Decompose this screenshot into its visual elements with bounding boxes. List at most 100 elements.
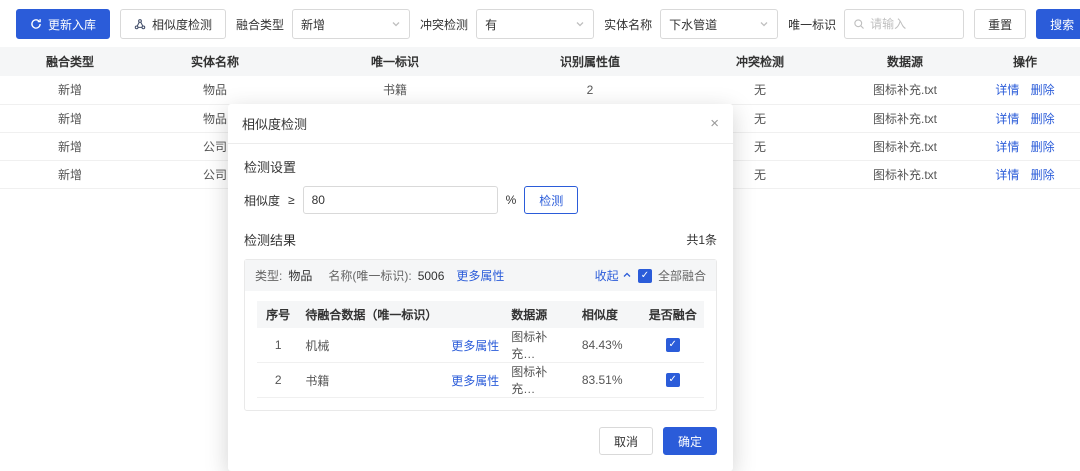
toolbar: 更新入库 相似度检测 融合类型 新增 冲突检测 有 实体名称 下水管道 唯一标识…: [0, 0, 1080, 47]
merge-checkbox[interactable]: [665, 373, 680, 388]
col-header-ops: 操作: [970, 47, 1080, 76]
col-header-similarity: 相似度: [575, 301, 642, 328]
chevron-up-icon: [622, 269, 632, 283]
col-header-source: 数据源: [840, 47, 970, 76]
cell-ops: 详情 删除: [970, 104, 1080, 133]
group-header: 类型: 物品 名称(唯一标识): 5006 更多属性 收起 全部融合: [245, 260, 716, 291]
row-more-attrs-link[interactable]: 更多属性: [451, 337, 499, 354]
merge-candidate-name: 书籍: [305, 373, 330, 388]
update-store-label: 更新入库: [48, 17, 97, 32]
detail-link[interactable]: 详情: [995, 140, 1019, 154]
table-row: 新增 物品 书籍 2 无 图标补充.txt 详情 删除: [0, 76, 1080, 105]
chevron-down-icon: [391, 19, 401, 29]
col-header-no: 序号: [257, 301, 300, 328]
modal-title: 相似度检测: [242, 117, 308, 132]
merge-all-checkbox[interactable]: [637, 268, 652, 283]
col-header-fusion: 融合类型: [0, 47, 140, 76]
cell-source: 图标补充…: [505, 362, 576, 398]
search-icon: [853, 18, 865, 30]
cell-fusion: 新增: [0, 76, 140, 105]
uid-search-input[interactable]: [870, 17, 951, 31]
detail-link[interactable]: 详情: [995, 112, 1019, 126]
similarity-nodes-icon: [134, 18, 146, 30]
cell-no: 2: [257, 362, 300, 398]
col-header-data: 待融合数据（唯一标识）: [299, 301, 506, 328]
delete-link[interactable]: 删除: [1031, 83, 1055, 97]
detect-button[interactable]: 检测: [524, 186, 579, 214]
fusion-type-label: 融合类型: [236, 17, 285, 32]
search-button[interactable]: 搜索: [1036, 9, 1080, 39]
similarity-detect-modal: 相似度检测 × 检测设置 相似度 ≥ % 检测 检测结果 共1条 类型: 物品 …: [228, 104, 733, 471]
detail-link[interactable]: 详情: [995, 83, 1019, 97]
entity-name-select[interactable]: 下水管道: [660, 9, 779, 39]
cell-source: 图标补充.txt: [840, 104, 970, 133]
cell-attr: 2: [500, 76, 680, 105]
table-header-row: 融合类型 实体名称 唯一标识 识别属性值 冲突检测 数据源 操作: [0, 47, 1080, 76]
chevron-down-icon: [759, 19, 769, 29]
cell-source: 图标补充.txt: [840, 76, 970, 105]
cell-fusion: 新增: [0, 160, 140, 189]
group-type-label: 类型:: [255, 269, 283, 283]
row-more-attrs-link[interactable]: 更多属性: [451, 372, 499, 389]
result-group-card: 类型: 物品 名称(唯一标识): 5006 更多属性 收起 全部融合: [244, 259, 717, 411]
cell-conflict: 无: [680, 76, 840, 105]
reset-button[interactable]: 重置: [974, 9, 1027, 39]
entity-name-label: 实体名称: [604, 17, 653, 32]
col-header-conflict: 冲突检测: [680, 47, 840, 76]
modal-body: 检测设置 相似度 ≥ % 检测 检测结果 共1条 类型: 物品 名称(唯一标识)…: [228, 144, 733, 411]
conflict-filter: 冲突检测 有: [420, 9, 595, 39]
detail-link[interactable]: 详情: [995, 168, 1019, 182]
results-row: 检测结果 共1条: [244, 230, 717, 249]
conflict-select[interactable]: 有: [476, 9, 595, 39]
uid-search-box: [844, 9, 965, 39]
col-header-uid: 唯一标识: [290, 47, 500, 76]
col-header-merge: 是否融合: [641, 301, 704, 328]
entity-name-value: 下水管道: [669, 17, 718, 32]
total-count: 共1条: [686, 233, 717, 247]
cell-ops: 详情 删除: [970, 132, 1080, 161]
cell-similarity: 83.51%: [575, 362, 642, 398]
cell-source: 图标补充.txt: [840, 160, 970, 189]
fusion-type-select[interactable]: 新增: [292, 9, 411, 39]
similarity-detect-label: 相似度检测: [152, 17, 213, 32]
result-row: 2 书籍 更多属性 图标补充… 83.51%: [257, 362, 704, 398]
group-name-value: 5006: [417, 268, 445, 283]
merge-checkbox[interactable]: [665, 338, 680, 353]
delete-link[interactable]: 删除: [1031, 168, 1055, 182]
fusion-type-filter: 融合类型 新增: [236, 9, 411, 39]
uid-filter: 唯一标识: [788, 9, 965, 39]
delete-link[interactable]: 删除: [1031, 140, 1055, 154]
cell-no: 1: [257, 328, 300, 363]
cell-fusion: 新增: [0, 104, 140, 133]
percent-suffix: %: [505, 193, 517, 207]
entity-name-filter: 实体名称 下水管道: [604, 9, 779, 39]
merge-all-label: 全部融合: [657, 269, 706, 283]
modal-footer: 取消 确定: [228, 411, 733, 471]
collapse-link[interactable]: 收起: [595, 267, 632, 284]
settings-heading: 检测设置: [244, 160, 297, 175]
cell-uid: 书籍: [290, 76, 500, 105]
group-type-value: 物品: [288, 269, 313, 283]
cell-similarity: 84.43%: [575, 328, 642, 363]
threshold-row: 相似度 ≥ % 检测: [244, 186, 717, 214]
cell-fusion: 新增: [0, 132, 140, 161]
group-name-label: 名称(唯一标识):: [328, 269, 412, 283]
col-header-entity: 实体名称: [140, 47, 290, 76]
group-more-attrs-link[interactable]: 更多属性: [456, 267, 504, 284]
threshold-input[interactable]: [302, 186, 498, 214]
cell-source: 图标补充.txt: [840, 132, 970, 161]
collapse-label: 收起: [594, 269, 619, 283]
modal-header: 相似度检测 ×: [228, 104, 733, 144]
cell-name: 机械 更多属性: [299, 328, 506, 363]
cell-ops: 详情 删除: [970, 76, 1080, 105]
similarity-detect-button[interactable]: 相似度检测: [120, 9, 227, 39]
delete-link[interactable]: 删除: [1031, 112, 1055, 126]
conflict-value: 有: [485, 17, 498, 32]
chevron-down-icon: [575, 19, 585, 29]
cell-merge: [641, 362, 704, 398]
merge-candidate-name: 机械: [305, 338, 330, 353]
results-heading: 检测结果: [244, 233, 297, 248]
close-icon[interactable]: ×: [710, 116, 719, 131]
col-header-source: 数据源: [505, 301, 576, 328]
update-store-button[interactable]: 更新入库: [16, 9, 111, 39]
